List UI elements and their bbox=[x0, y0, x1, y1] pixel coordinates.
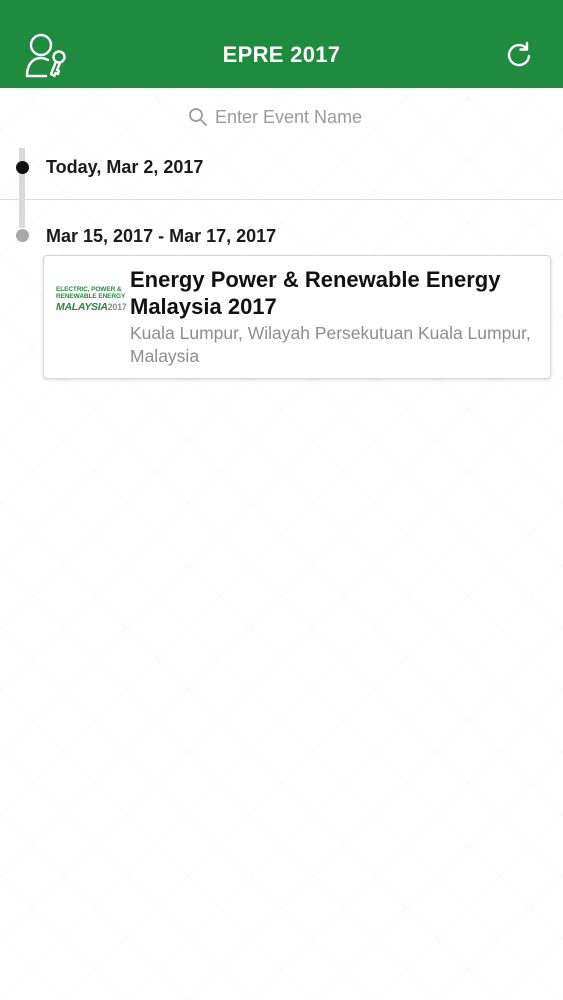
event-date-range: Mar 15, 2017 - Mar 17, 2017 bbox=[46, 226, 277, 246]
event-location: Kuala Lumpur, Wilayah Persekutuan Kuala … bbox=[130, 323, 531, 366]
event-title: Energy Power & Renewable Energy Malaysia… bbox=[130, 267, 501, 319]
navigation-bar: EPRE 2017 bbox=[0, 0, 563, 88]
divider bbox=[0, 199, 563, 200]
search-input[interactable] bbox=[215, 102, 515, 132]
search-icon bbox=[189, 108, 207, 126]
event-logo-line2: RENEWABLE ENERGY bbox=[56, 293, 126, 300]
event-logo-country: MALAYSIA bbox=[56, 301, 108, 313]
event-logo-year: 2017 bbox=[107, 302, 127, 312]
refresh-button[interactable] bbox=[505, 40, 533, 70]
event-logo-line1: ELECTRIC, POWER & bbox=[56, 286, 122, 293]
event-logo: ELECTRIC, POWER & RENEWABLE ENERGY MALAY… bbox=[56, 286, 127, 314]
event-card[interactable]: ELECTRIC, POWER & RENEWABLE ENERGY MALAY… bbox=[43, 255, 551, 379]
event-date-dot bbox=[16, 229, 29, 242]
today-dot bbox=[16, 161, 29, 174]
timeline-line bbox=[19, 148, 25, 228]
event-logo-line3: MALAYSIA2017 bbox=[56, 301, 127, 313]
search-bar bbox=[0, 88, 563, 144]
page-title: EPRE 2017 bbox=[222, 42, 341, 67]
refresh-icon bbox=[507, 41, 531, 67]
today-date-label: Today, Mar 2, 2017 bbox=[46, 157, 204, 177]
background-pattern bbox=[0, 88, 563, 1000]
